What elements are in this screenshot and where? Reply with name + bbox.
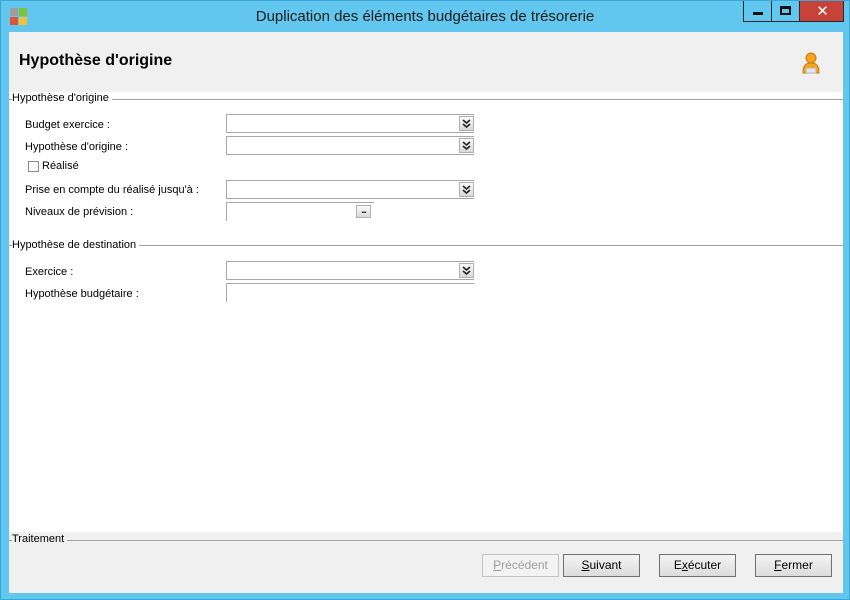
hypothese-origine-label: Hypothèse d'origine :	[25, 141, 128, 153]
precedent-button[interactable]: Précédent	[482, 554, 559, 577]
double-chevron-down-icon	[462, 141, 471, 150]
hypothese-budgetaire-label: Hypothèse budgétaire :	[25, 288, 139, 300]
niveaux-prevision-label: Niveaux de prévision :	[25, 206, 134, 218]
niveaux-prevision-field[interactable]: ...	[226, 202, 374, 221]
footer-divider	[9, 540, 843, 541]
budget-exercice-label: Budget exercice :	[25, 119, 110, 131]
realise-checkbox[interactable]	[28, 161, 39, 172]
minimize-button[interactable]	[743, 1, 771, 22]
fermer-button[interactable]: Fermer	[755, 554, 832, 577]
close-icon: ✕	[816, 2, 829, 20]
budget-exercice-combo[interactable]	[226, 114, 474, 133]
page-title: Hypothèse d'origine	[19, 52, 173, 69]
exercice-dropdown-button[interactable]	[459, 263, 474, 278]
budget-exercice-dropdown-button[interactable]	[459, 116, 474, 131]
double-chevron-down-icon	[462, 119, 471, 128]
niveaux-prevision-browse-button[interactable]: ...	[356, 205, 371, 218]
app-window: Duplication des éléments budgétaires de …	[0, 0, 850, 600]
prise-en-compte-combo[interactable]	[226, 180, 474, 199]
prise-en-compte-dropdown-button[interactable]	[459, 182, 474, 197]
wizard-footer: Traitement Précédent Suivant Exécuter Fe…	[9, 532, 843, 593]
user-icon	[801, 52, 821, 74]
exercice-label: Exercice :	[25, 266, 74, 278]
hypothese-budgetaire-input[interactable]	[226, 283, 474, 302]
double-chevron-down-icon	[462, 266, 471, 275]
origin-group-divider	[9, 99, 843, 100]
prise-en-compte-label: Prise en compte du réalisé jusqu'à :	[25, 184, 199, 196]
title-bar[interactable]: Duplication des éléments budgétaires de …	[1, 1, 849, 32]
footer-group-title: Traitement	[12, 533, 68, 545]
origin-group-title: Hypothèse d'origine	[12, 92, 112, 104]
hypothese-origine-dropdown-button[interactable]	[459, 138, 474, 153]
wizard-header: Hypothèse d'origine	[9, 32, 843, 92]
destination-group-title: Hypothèse de destination	[12, 239, 140, 251]
executer-button[interactable]: Exécuter	[659, 554, 736, 577]
window-title: Duplication des éléments budgétaires de …	[255, 8, 595, 25]
suivant-button[interactable]: Suivant	[563, 554, 640, 577]
double-chevron-down-icon	[462, 185, 471, 194]
minimize-icon	[753, 12, 763, 15]
exercice-combo[interactable]	[226, 261, 474, 280]
maximize-button[interactable]	[771, 1, 799, 22]
dialog-body: Hypothèse d'origine Hypothèse d'origine …	[9, 32, 843, 593]
hypothese-origine-combo[interactable]	[226, 136, 474, 155]
realise-label[interactable]: Réalisé	[42, 160, 79, 172]
maximize-icon	[780, 6, 791, 15]
close-button[interactable]: ✕	[799, 1, 844, 22]
